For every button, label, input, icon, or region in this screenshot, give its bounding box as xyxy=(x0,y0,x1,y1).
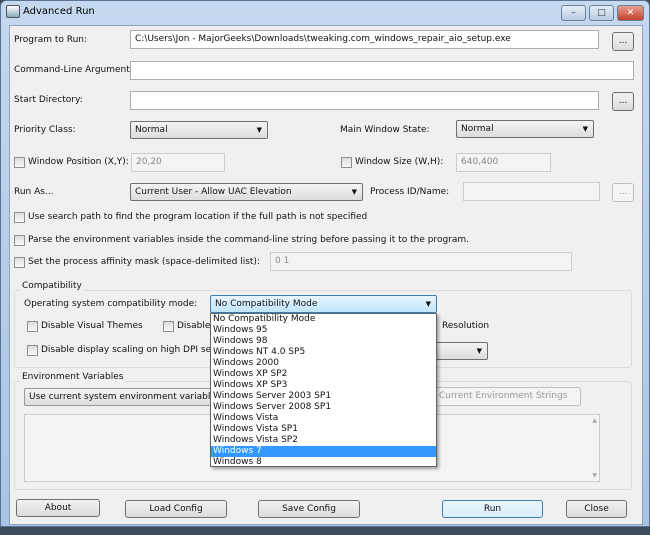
env-select-value: Use current system environment variables… xyxy=(29,392,224,402)
args-input[interactable] xyxy=(130,61,634,80)
runas-select[interactable]: Current User - Allow UAC Elevation ▼ xyxy=(130,183,363,201)
dpi-checkbox[interactable] xyxy=(27,345,38,356)
compatibility-group-label: Compatibility xyxy=(20,281,84,291)
winstate-label: Main Window State: xyxy=(340,125,430,135)
chevron-down-icon: ▼ xyxy=(425,300,431,308)
dropdown-option[interactable]: Windows Server 2003 SP1 xyxy=(211,391,436,402)
dropdown-option[interactable]: Windows 98 xyxy=(211,336,436,347)
dropdown-option[interactable]: Windows Vista SP1 xyxy=(211,424,436,435)
winpos-label: Window Position (X,Y): xyxy=(28,157,129,167)
search-path-label: Use search path to find the program loca… xyxy=(28,212,368,222)
priority-value: Normal xyxy=(135,125,168,135)
dropdown-option[interactable]: Windows XP SP3 xyxy=(211,380,436,391)
winpos-checkbox[interactable] xyxy=(14,157,25,168)
browse-program-button[interactable]: ... xyxy=(612,32,634,51)
priority-label: Priority Class: xyxy=(14,125,76,135)
chevron-down-icon: ▼ xyxy=(351,188,357,196)
winsize-input[interactable]: 640,400 xyxy=(456,153,551,172)
browse-startdir-button[interactable]: ... xyxy=(612,92,634,111)
dropdown-option[interactable]: Windows Vista xyxy=(211,413,436,424)
dropdown-option[interactable]: Windows 8 xyxy=(211,457,436,468)
dropdown-option[interactable]: No Compatibility Mode xyxy=(211,314,436,325)
affinity-checkbox[interactable] xyxy=(14,257,25,268)
disable-d-checkbox[interactable] xyxy=(163,321,174,332)
dropdown-option[interactable]: Windows Server 2008 SP1 xyxy=(211,402,436,413)
about-button[interactable]: About xyxy=(16,499,100,517)
os-compat-label: Operating system compatibility mode: xyxy=(24,299,198,309)
dropdown-option[interactable]: Windows 2000 xyxy=(211,358,436,369)
close-button[interactable]: Close xyxy=(566,500,627,518)
dpi-label: Disable display scaling on high DPI sett… xyxy=(41,345,237,355)
env-select[interactable]: Use current system environment variables… xyxy=(24,388,224,406)
app-icon xyxy=(6,5,20,18)
env-group-label: Environment Variables xyxy=(20,372,126,382)
winpos-input[interactable]: 20,20 xyxy=(131,153,225,172)
winsize-label: Window Size (W,H): xyxy=(355,157,444,167)
run-button[interactable]: Run xyxy=(442,500,543,518)
chevron-down-icon: ▼ xyxy=(582,125,588,133)
chevron-down-icon: ▼ xyxy=(256,126,262,134)
affinity-input[interactable]: 0 1 xyxy=(270,252,572,271)
browse-pid-button[interactable]: ... xyxy=(612,183,634,202)
winsize-checkbox[interactable] xyxy=(341,157,352,168)
dropdown-option[interactable]: Windows NT 4.0 SP5 xyxy=(211,347,436,358)
resolution-label: Resolution xyxy=(442,321,490,331)
dropdown-option[interactable]: Windows 7 xyxy=(211,446,436,457)
startdir-label: Start Directory: xyxy=(14,95,83,105)
priority-select[interactable]: Normal ▼ xyxy=(130,121,268,139)
program-input[interactable]: C:\Users\Jon - MajorGeeks\Downloads\twea… xyxy=(130,30,599,49)
close-window-button[interactable]: ✕ xyxy=(617,5,644,21)
runas-label: Run As... xyxy=(14,187,54,197)
chevron-down-icon: ▼ xyxy=(476,347,482,355)
scroll-up-icon[interactable]: ▲ xyxy=(592,417,597,424)
load-config-button[interactable]: Load Config xyxy=(125,500,227,518)
startdir-input[interactable] xyxy=(130,91,599,110)
args-label: Command-Line Arguments: xyxy=(14,65,138,75)
program-label: Program to Run: xyxy=(14,35,88,45)
dropdown-option[interactable]: Windows XP SP2 xyxy=(211,369,436,380)
env-strings-button[interactable]: ll Current Environment Strings xyxy=(420,387,581,406)
os-compat-select[interactable]: No Compatibility Mode ▼ xyxy=(210,295,437,313)
winstate-select[interactable]: Normal ▼ xyxy=(456,120,594,138)
visual-themes-label: Disable Visual Themes xyxy=(41,321,143,331)
pid-input[interactable] xyxy=(463,182,600,201)
dropdown-option[interactable]: Windows 95 xyxy=(211,325,436,336)
scroll-down-icon[interactable]: ▼ xyxy=(592,472,597,479)
parse-env-checkbox[interactable] xyxy=(14,235,25,246)
affinity-label: Set the process affinity mask (space-del… xyxy=(28,257,260,267)
maximize-button[interactable]: □ xyxy=(589,5,614,21)
parse-env-label: Parse the environment variables inside t… xyxy=(28,235,469,245)
save-config-button[interactable]: Save Config xyxy=(258,500,360,518)
os-compat-dropdown-list[interactable]: No Compatibility Mode Windows 95 Windows 9… xyxy=(210,313,437,467)
visual-themes-checkbox[interactable] xyxy=(27,321,38,332)
window-title: Advanced Run xyxy=(23,6,95,17)
dropdown-option[interactable]: Windows Vista SP2 xyxy=(211,435,436,446)
winstate-value: Normal xyxy=(461,124,494,134)
pid-label: Process ID/Name: xyxy=(370,187,450,197)
minimize-button[interactable]: – xyxy=(561,5,586,21)
runas-value: Current User - Allow UAC Elevation xyxy=(135,187,292,197)
search-path-checkbox[interactable] xyxy=(14,212,25,223)
os-compat-value: No Compatibility Mode xyxy=(215,299,318,309)
